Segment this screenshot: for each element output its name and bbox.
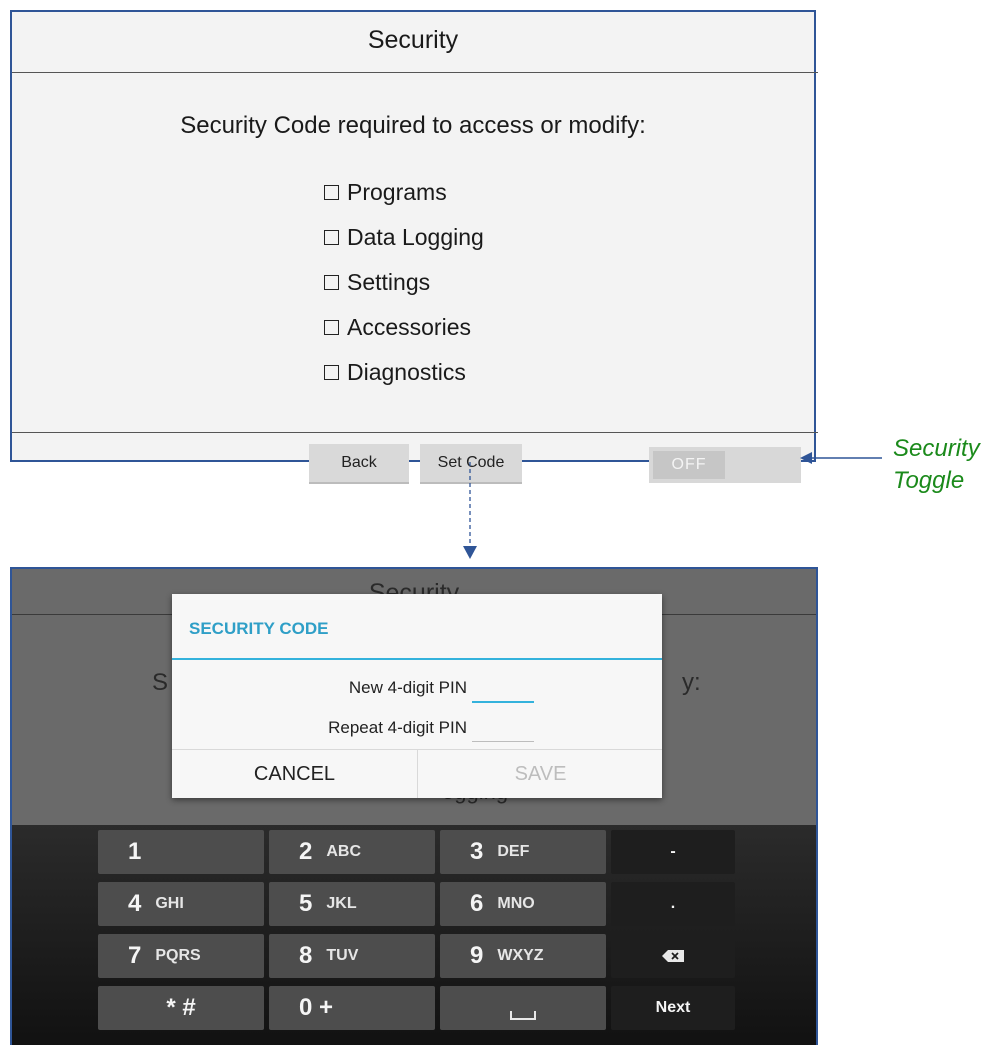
backspace-icon [662,950,684,962]
checkbox-accessories[interactable]: Accessories [324,305,484,350]
toggle-state-label: OFF [653,451,725,479]
key-space[interactable] [440,986,606,1030]
key-period[interactable]: . [611,882,735,926]
key-number: 1 [128,838,142,865]
checkbox-programs[interactable]: Programs [324,170,484,215]
key-letters: DEF [497,843,530,860]
security-screen: Security Security Code required to acces… [10,10,818,484]
key-minus[interactable]: - [611,830,735,874]
checkbox-icon[interactable] [324,230,339,245]
key-label: Next [655,999,691,1016]
title-divider [12,72,818,73]
key-next[interactable]: Next [611,986,735,1030]
annotation-label: Security Toggle [893,433,980,497]
dialog-title: SECURITY CODE [189,619,329,638]
key-star-hash[interactable]: * # [98,986,264,1030]
key-backspace[interactable] [611,934,735,978]
key-8[interactable]: 8 TUV [269,934,435,978]
dialog-title-divider [172,658,662,660]
key-letters: ABC [326,843,362,860]
key-number: * # [166,994,196,1021]
key-number: 0 + [299,994,334,1021]
checkbox-icon[interactable] [324,185,339,200]
new-pin-input[interactable] [472,687,534,703]
dashed-down-arrow-icon [463,462,477,559]
key-number: 6 [470,890,484,917]
security-heading: Security Code required to access or modi… [180,112,646,139]
key-6[interactable]: 6 MNO [440,882,606,926]
cancel-button[interactable]: CANCEL [172,750,417,798]
key-number: 2 [299,838,313,865]
key-number: 3 [470,838,484,865]
checkbox-settings[interactable]: Settings [324,260,484,305]
repeat-pin-input[interactable] [472,727,534,742]
checkbox-label: Accessories [347,314,471,340]
annotation-line-1: Security [893,435,980,462]
checkbox-diagnostics[interactable]: Diagnostics [324,350,484,395]
annotation-arrow-icon [800,452,882,464]
key-symbol: . [670,895,676,912]
key-number: 5 [299,890,313,917]
security-code-screen: Security S y: ogging SECURITY CODE New 4… [10,567,818,1045]
checkbox-list: Programs Data Logging Settings Accessori… [324,170,484,395]
dimmed-heading-start: S [152,669,169,696]
security-code-dialog: SECURITY CODE New 4-digit PIN Repeat 4-d… [172,594,662,798]
checkbox-icon[interactable] [324,320,339,335]
dimmed-heading-end: y: [682,669,701,696]
key-letters: WXYZ [497,947,544,964]
key-4[interactable]: 4 GHI [98,882,264,926]
key-1[interactable]: 1 [98,830,264,874]
footer-divider [12,432,818,433]
annotation-line-2: Toggle [893,467,965,494]
key-number: 4 [128,890,142,917]
key-7[interactable]: 7 PQRS [98,934,264,978]
back-button[interactable]: Back [309,444,409,484]
key-3[interactable]: 3 DEF [440,830,606,874]
key-number: 8 [299,942,313,969]
key-letters: MNO [497,895,535,912]
security-toggle[interactable]: OFF [649,447,801,483]
key-number: 9 [470,942,484,969]
key-2[interactable]: 2 ABC [269,830,435,874]
key-symbol: - [670,843,676,860]
checkbox-data-logging[interactable]: Data Logging [324,215,484,260]
checkbox-icon[interactable] [324,275,339,290]
new-pin-label: New 4-digit PIN [348,678,467,697]
repeat-pin-label: Repeat 4-digit PIN [328,718,467,737]
key-letters: GHI [155,895,184,912]
space-icon [510,1011,536,1020]
checkbox-label: Settings [347,269,431,295]
save-button[interactable]: SAVE [418,750,663,798]
page-title: Security [367,26,459,54]
key-0[interactable]: 0 + [269,986,435,1030]
checkbox-label: Diagnostics [347,359,466,385]
key-letters: TUV [326,947,359,964]
checkbox-label: Programs [347,179,447,205]
key-5[interactable]: 5 JKL [269,882,435,926]
numeric-keyboard: 1 2 ABC 3 DEF - 4 GHI 5 JKL 6 MNO . 7 PQ… [12,825,816,1045]
key-letters: JKL [326,895,357,912]
key-letters: PQRS [155,947,201,964]
checkbox-icon[interactable] [324,365,339,380]
key-9[interactable]: 9 WXYZ [440,934,606,978]
checkbox-label: Data Logging [347,224,484,250]
key-number: 7 [128,942,142,969]
